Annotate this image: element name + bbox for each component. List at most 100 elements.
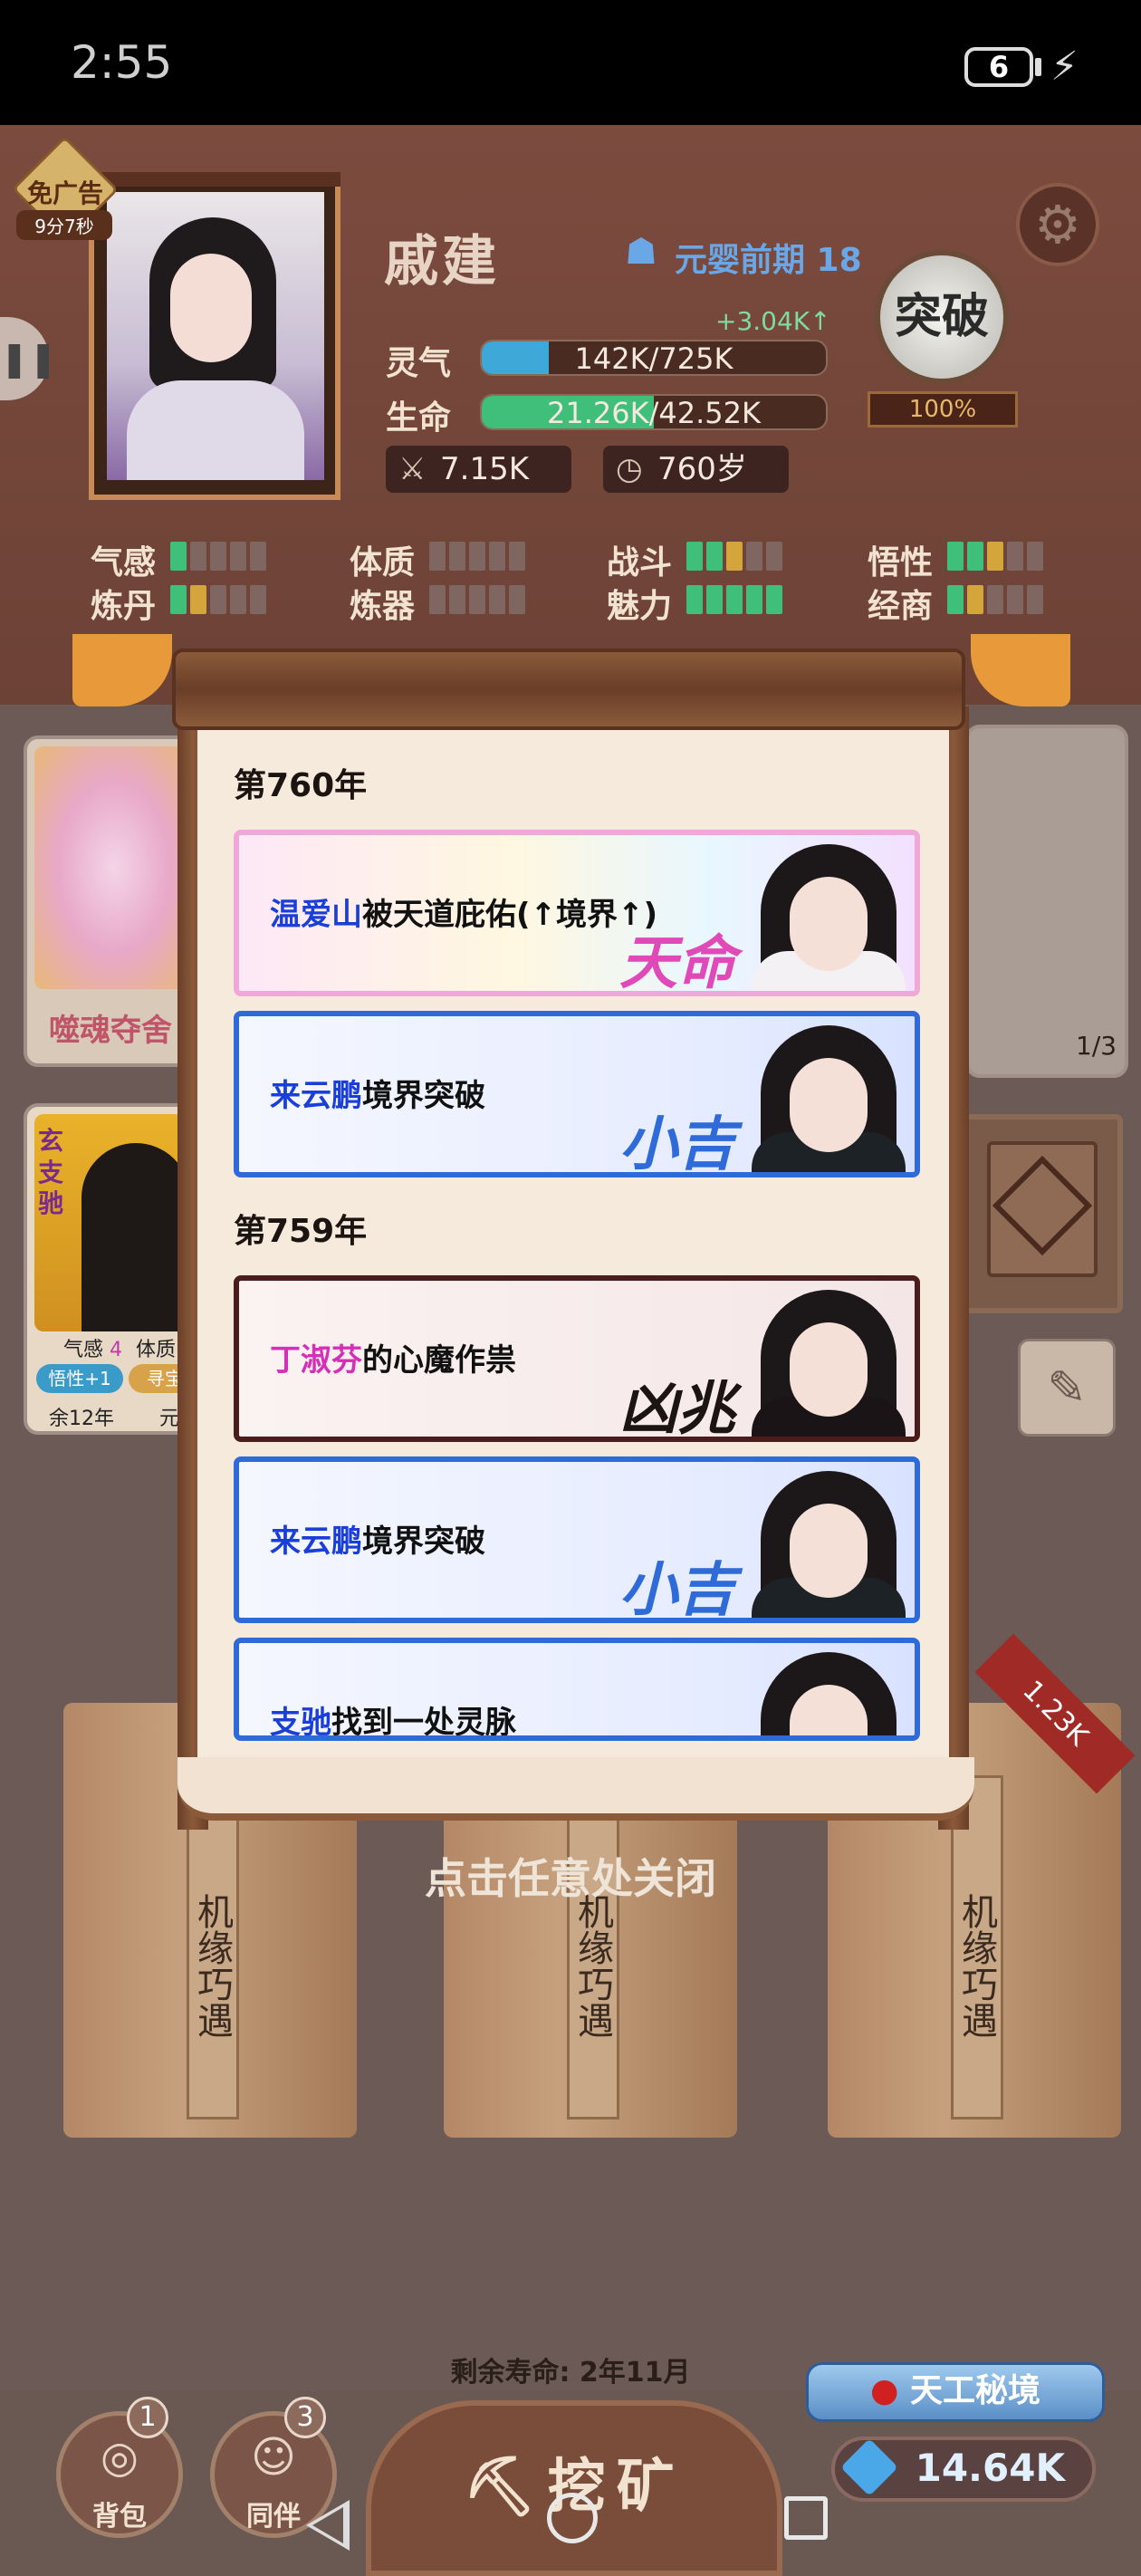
attribute-pip xyxy=(489,542,505,571)
companion-tag-1: 玄 xyxy=(38,1126,64,1156)
portrait-face xyxy=(790,1058,868,1152)
attribute-pip xyxy=(686,585,703,614)
portrait-face xyxy=(790,877,868,971)
attack-value: 7.15K xyxy=(440,451,529,487)
companion-tag-2: 支驰 xyxy=(38,1158,64,1218)
ad-free-label: 免广告 xyxy=(26,178,103,208)
attribute-pip xyxy=(766,542,782,571)
portrait-face xyxy=(170,254,252,362)
secret-realm-label: 天工秘境 xyxy=(909,2372,1040,2409)
age-pill: ◷ 760岁 xyxy=(603,446,789,493)
event-tag: 小吉 xyxy=(619,1556,735,1623)
life-value: 21.26K/42.52K xyxy=(547,396,761,430)
age-value: 760岁 xyxy=(657,451,747,487)
alert-icon: ● xyxy=(870,2372,899,2409)
year-heading: 第759年 xyxy=(234,1213,368,1250)
companion-stat-2: 体质 xyxy=(136,1339,177,1361)
attribute-pip xyxy=(746,542,762,571)
companion-stat-1: 气感 4 xyxy=(63,1333,122,1362)
nav-recents-icon[interactable] xyxy=(784,2496,828,2540)
attribute-pip xyxy=(489,585,505,614)
attribute-pip xyxy=(746,585,762,614)
player-name: 戚建 xyxy=(384,230,500,293)
battery-nub xyxy=(1035,58,1041,76)
attribute-pip xyxy=(250,542,266,571)
event-description: 境界突破 xyxy=(362,1523,485,1560)
portrait-face xyxy=(790,1504,868,1598)
event-person: 丁淑芬 xyxy=(270,1342,362,1379)
attribute-pip xyxy=(190,542,206,571)
event-tag: 小吉 xyxy=(619,1110,735,1177)
attribute-pip xyxy=(429,542,446,571)
breakthrough-percent: 100% xyxy=(868,391,1018,428)
attribute-label: 战斗 xyxy=(607,544,673,582)
attribute-pip xyxy=(987,542,1003,571)
attribute-pip xyxy=(250,585,266,614)
portrait-scroll-rod xyxy=(89,172,340,187)
attribute-pip xyxy=(469,542,485,571)
breakthrough-button[interactable]: 突破 xyxy=(875,250,1009,384)
sword-icon: ⚔ xyxy=(398,451,427,487)
attribute-pip xyxy=(967,542,983,571)
secret-realm-button[interactable]: ● 天工秘境 xyxy=(806,2362,1105,2422)
attribute-pip xyxy=(190,585,206,614)
close-hint[interactable]: 点击任意处关闭 xyxy=(0,1846,1141,1906)
mine-button[interactable]: ⛏挖矿 xyxy=(366,2400,782,2576)
attribute-pip xyxy=(170,542,187,571)
attribute-label: 炼丹 xyxy=(91,588,157,625)
player-realm[interactable]: 元婴前期 18 xyxy=(675,234,862,281)
event-card[interactable]: 小吉 来云鹏境界突破 xyxy=(234,1011,920,1177)
event-card[interactable]: 支驰找到一处灵脉 xyxy=(234,1638,920,1741)
attribute-pip xyxy=(706,542,723,571)
nav-back-inner xyxy=(312,2507,343,2543)
realm-icon: ☗ xyxy=(625,231,657,273)
skill-card-name: 噬魂夺舍 xyxy=(49,1013,172,1049)
scroll-bag-icon[interactable]: ✎ xyxy=(1018,1339,1116,1437)
pillar-label-2: 机缘巧遇 xyxy=(567,1775,619,2119)
attribute-pips xyxy=(686,542,782,571)
status-time: 2:55 xyxy=(71,36,173,89)
attribute-pip xyxy=(766,585,782,614)
companion-badge: 3 xyxy=(284,2397,326,2438)
battery-icon: 6 xyxy=(964,47,1033,87)
attribute-pip xyxy=(987,585,1003,614)
event-description: 被天道庇佑(↑境界↑) xyxy=(362,897,658,933)
event-person: 支驰 xyxy=(270,1705,331,1741)
attribute-pips xyxy=(947,542,1043,571)
hourglass-icon: ◷ xyxy=(616,451,643,487)
nav-home-icon[interactable] xyxy=(547,2493,598,2543)
companion-portrait xyxy=(82,1143,190,1331)
attribute-pip xyxy=(449,585,465,614)
attribute-label: 体质 xyxy=(350,544,416,582)
attribute-pips xyxy=(170,585,266,614)
event-card[interactable]: 凶兆 丁淑芬的心魔作祟 xyxy=(234,1275,920,1442)
event-text: 支驰找到一处灵脉 xyxy=(270,1697,516,1741)
scroll-top-rod xyxy=(172,649,965,730)
right-card[interactable] xyxy=(965,725,1128,1078)
year-heading: 第760年 xyxy=(234,767,368,804)
event-description: 的心魔作祟 xyxy=(362,1342,516,1379)
event-card[interactable]: 小吉 来云鹏境界突破 xyxy=(234,1456,920,1623)
event-portrait xyxy=(752,1466,906,1618)
stat1-value: 4 xyxy=(110,1339,123,1361)
event-card[interactable]: 天命 温爱山被天道庇佑(↑境界↑) xyxy=(234,830,920,996)
life-label: 生命 xyxy=(386,399,452,437)
attribute-pip xyxy=(230,542,246,571)
attribute-pip xyxy=(706,585,723,614)
attribute-pip xyxy=(170,585,187,614)
bag-badge: 1 xyxy=(127,2397,168,2438)
attribute-pip xyxy=(1007,542,1023,571)
attribute-pip xyxy=(726,585,743,614)
attack-pill: ⚔ 7.15K xyxy=(386,446,571,493)
stat1-label: 气感 xyxy=(63,1339,104,1361)
attribute-pip xyxy=(509,542,525,571)
attribute-pip xyxy=(1027,585,1043,614)
attribute-label: 悟性 xyxy=(868,544,934,582)
pickaxe-icon: ⛏ xyxy=(463,2454,548,2521)
companion-life: 余12年 xyxy=(49,1408,114,1430)
gear-icon[interactable]: ⚙ xyxy=(1016,183,1099,266)
event-text: 温爱山被天道庇佑(↑境界↑) xyxy=(270,889,657,934)
portrait-robe xyxy=(127,380,304,480)
event-text: 丁淑芬的心魔作祟 xyxy=(270,1335,516,1379)
attribute-pip xyxy=(509,585,525,614)
